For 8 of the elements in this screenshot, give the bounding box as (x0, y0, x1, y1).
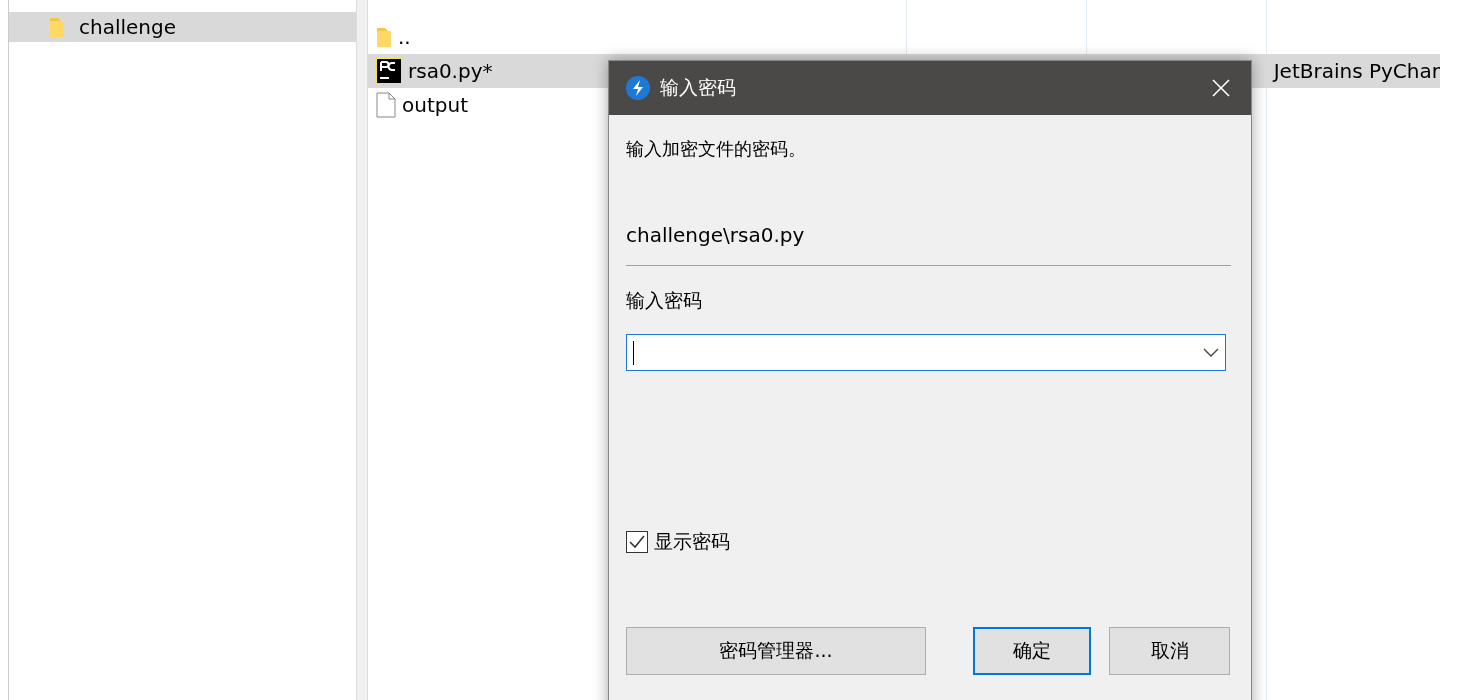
field-label: 输入密码 (626, 288, 702, 313)
file-name: .. (398, 25, 411, 49)
dialog-title: 输入密码 (660, 75, 737, 100)
file-type: JetBrains PyChar (1273, 59, 1440, 83)
file-path: challenge\rsa0.py (626, 223, 805, 247)
file-name: rsa0.py* (408, 59, 493, 83)
dialog-message: 输入加密文件的密码。 (626, 137, 806, 161)
file-name: output (402, 93, 468, 117)
